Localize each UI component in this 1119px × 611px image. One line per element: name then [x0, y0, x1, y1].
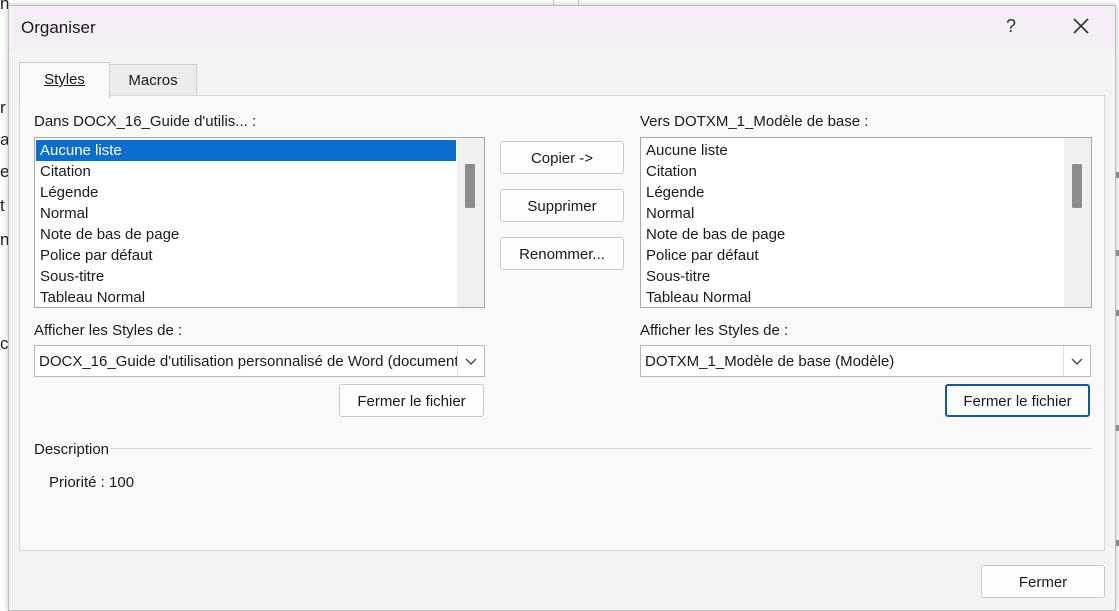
- right-show-combo[interactable]: DOTXM_1_Modèle de base (Modèle): [640, 345, 1091, 377]
- right-scrollbar[interactable]: [1064, 138, 1091, 307]
- chevron-down-icon[interactable]: [457, 346, 484, 376]
- tab-macros[interactable]: Macros: [109, 64, 197, 96]
- close-button[interactable]: Fermer: [981, 565, 1105, 598]
- description-label: Description: [34, 441, 110, 458]
- right-styles-list[interactable]: Aucune liste Citation Légende Normal Not…: [640, 137, 1092, 308]
- description-text: Priorité : 100: [49, 474, 135, 491]
- tab-styles[interactable]: Styles: [19, 62, 110, 98]
- help-button[interactable]: ?: [1003, 16, 1019, 37]
- close-icon[interactable]: [1069, 14, 1093, 38]
- list-item[interactable]: Police par défaut: [642, 245, 1062, 266]
- left-show-value: DOCX_16_Guide d'utilisation personnalisé…: [39, 353, 464, 370]
- list-item[interactable]: Sous-titre: [642, 266, 1062, 287]
- copy-button[interactable]: Copier ->: [500, 141, 624, 174]
- right-close-file-button[interactable]: Fermer le fichier: [945, 384, 1090, 417]
- delete-button[interactable]: Supprimer: [500, 189, 624, 222]
- organiser-dialog: Organiser ? Styles Macros Dans DOCX_16_G…: [8, 5, 1116, 611]
- left-list-label: Dans DOCX_16_Guide d'utilis... :: [34, 113, 257, 130]
- list-item[interactable]: Note de bas de page: [36, 224, 456, 245]
- list-item[interactable]: Aucune liste: [642, 140, 1062, 161]
- list-item[interactable]: Tableau Normal: [36, 287, 456, 307]
- list-item[interactable]: Note de bas de page: [642, 224, 1062, 245]
- left-scrollbar[interactable]: [457, 138, 484, 307]
- left-styles-list[interactable]: Aucune liste Citation Légende Normal Not…: [34, 137, 485, 308]
- list-item[interactable]: Tableau Normal: [642, 287, 1062, 307]
- list-item[interactable]: Aucune liste: [36, 140, 456, 161]
- right-show-label: Afficher les Styles de :: [640, 322, 789, 339]
- rename-button[interactable]: Renommer...: [500, 237, 624, 270]
- list-item[interactable]: Citation: [642, 161, 1062, 182]
- title-bar: Organiser ?: [9, 6, 1115, 50]
- list-item[interactable]: Police par défaut: [36, 245, 456, 266]
- chevron-down-icon[interactable]: [1063, 346, 1090, 376]
- dialog-title: Organiser: [21, 18, 96, 37]
- list-item[interactable]: Normal: [36, 203, 456, 224]
- left-close-file-button[interactable]: Fermer le fichier: [339, 384, 484, 417]
- right-list-label: Vers DOTXM_1_Modèle de base :: [640, 113, 869, 130]
- list-item[interactable]: Sous-titre: [36, 266, 456, 287]
- left-scroll-thumb[interactable]: [465, 164, 475, 208]
- left-show-combo[interactable]: DOCX_16_Guide d'utilisation personnalisé…: [34, 345, 485, 377]
- description-divider: [110, 448, 1092, 449]
- list-item[interactable]: Citation: [36, 161, 456, 182]
- list-item[interactable]: Normal: [642, 203, 1062, 224]
- right-scroll-thumb[interactable]: [1072, 164, 1082, 208]
- styles-panel: Dans DOCX_16_Guide d'utilis... : Aucune …: [19, 95, 1105, 551]
- list-item[interactable]: Légende: [642, 182, 1062, 203]
- list-item[interactable]: Légende: [36, 182, 456, 203]
- left-show-label: Afficher les Styles de :: [34, 322, 183, 339]
- right-show-value: DOTXM_1_Modèle de base (Modèle): [645, 353, 895, 370]
